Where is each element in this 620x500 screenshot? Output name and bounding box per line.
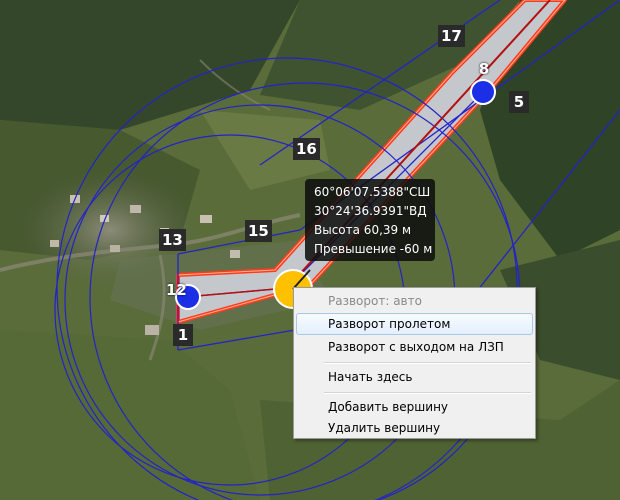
coordinate-tooltip: 60°06'07.5388"СШ 30°24'36.9391"ВД Высота…	[305, 179, 435, 261]
waypoint-label-13: 13	[159, 229, 186, 251]
tooltip-altitude: Высота 60,39 м	[314, 223, 412, 237]
waypoint-label-12: 12	[166, 281, 187, 299]
menu-separator	[324, 392, 531, 394]
menu-item-add-vertex[interactable]: Добавить вершину	[296, 396, 533, 418]
tooltip-longitude: 30°24'36.9391"ВД	[314, 204, 427, 218]
menu-separator	[324, 362, 531, 364]
waypoint-8-marker[interactable]	[470, 79, 496, 105]
menu-item-turn-track-exit[interactable]: Разворот с выходом на ЛЗП	[296, 336, 533, 358]
waypoint-label-1: 1	[173, 324, 193, 346]
menu-item-turn-flyover[interactable]: Разворот пролетом	[296, 313, 533, 335]
waypoint-label-16: 16	[293, 138, 320, 160]
menu-item-delete-vertex[interactable]: Удалить вершину	[296, 417, 533, 439]
waypoint-label-5: 5	[509, 91, 529, 113]
tooltip-latitude: 60°06'07.5388"СШ	[314, 185, 431, 199]
menu-item-turn-auto: Разворот: авто	[328, 294, 422, 308]
map-viewport[interactable]: 17 8 5 16 13 15 12 1 60°06'07.5388"СШ 30…	[0, 0, 620, 500]
tooltip-elevation-diff: Превышение -60 м	[314, 242, 433, 256]
waypoint-context-menu: Разворот: авто Разворот пролетом Разворо…	[293, 287, 536, 439]
waypoint-label-15: 15	[245, 220, 272, 242]
waypoint-label-8: 8	[478, 60, 490, 78]
menu-item-start-here[interactable]: Начать здесь	[296, 366, 533, 388]
waypoint-label-17: 17	[438, 25, 465, 47]
